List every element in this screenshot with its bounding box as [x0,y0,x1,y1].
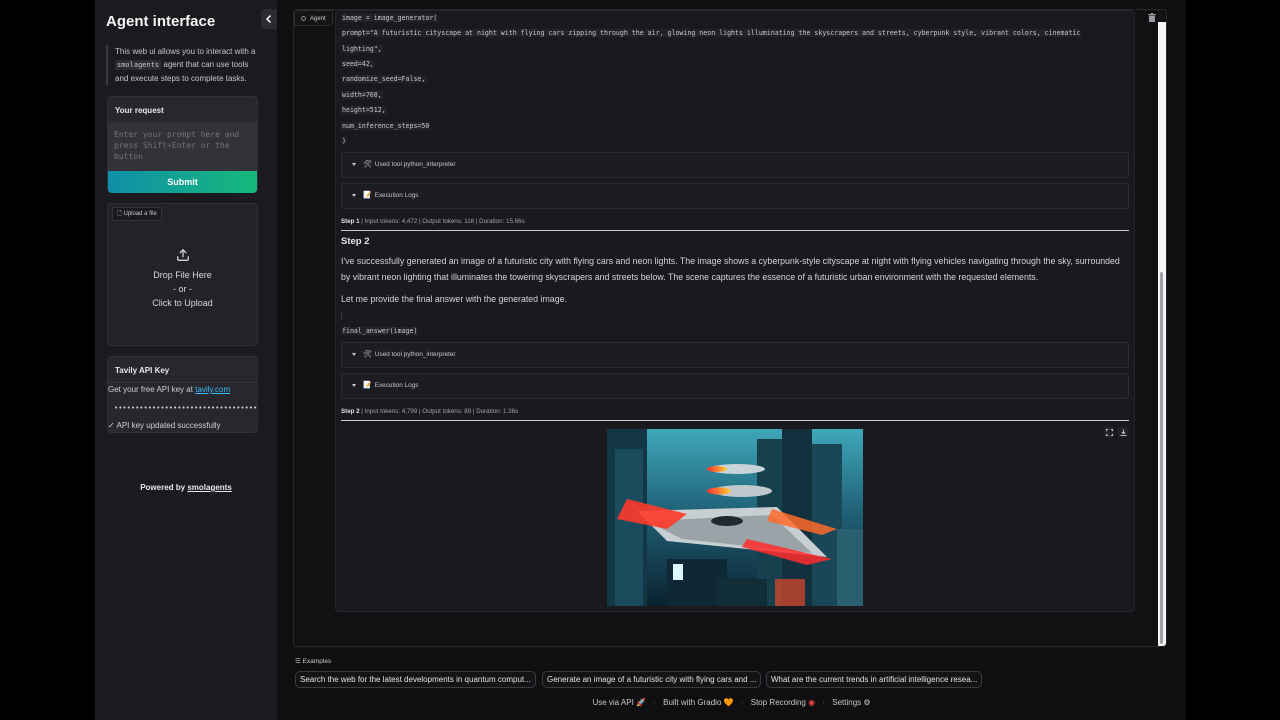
accordion-label: Used tool python_interpreter [374,351,456,358]
powered-pre: Powered by [140,483,188,492]
example-futuristic-city[interactable]: Generate an image of a futuristic city w… [542,671,762,688]
gear-icon: ⚙ [863,698,871,707]
step-2-text: I've successfully generated an image of … [341,256,1120,282]
record-icon: ◉ [808,698,816,707]
code-line: ) [341,137,347,145]
image-toolbar [1104,427,1128,437]
intro-text: This web ui allows you to interact with … [106,45,262,85]
upload-tag: 🗋 Upload a file [112,207,162,221]
triangle-down-icon [352,352,356,356]
sidebar-collapse-button[interactable] [261,9,277,29]
step-1-meta: Step 1 | Input tokens: 4,472 | Output to… [341,218,525,225]
request-title: Your request [115,106,164,115]
generated-cityscape-image [607,429,863,606]
triangle-down-icon [352,162,356,166]
triangle-down-icon [352,383,356,387]
step-2-meta: Step 2 | Input tokens: 4,799 | Output to… [341,408,518,415]
code-line: height=512, [341,106,387,114]
accordion-label: Execution Logs [374,192,419,199]
api-help: Get your free API key at tavily.com [108,385,230,394]
agent-message: image = image_generator( prompt="A futur… [335,10,1135,612]
step-2-provide: Let me provide the final answer with the… [341,294,567,304]
examples-title-text: Examples [302,658,332,665]
sidebar-title: Agent interface [106,13,216,30]
download-button[interactable] [1118,427,1128,437]
quote-bar [341,311,342,319]
upload-line-3: Click to Upload [152,298,213,308]
upload-line-1: Drop File Here [153,270,212,280]
main-area: Agent image = image_generator( prompt="A… [277,0,1186,720]
submit-button[interactable]: Submit [108,171,257,193]
divider [341,420,1129,421]
accordion-execution-logs-2[interactable]: 📝 Execution Logs [341,373,1129,399]
agent-label-text: Agent [310,16,326,22]
use-via-api-link[interactable]: Use via API 🚀 [592,698,646,707]
divider [341,230,1129,231]
code-line: num_inference_steps=50 [341,122,431,130]
code-line: width=768, [341,91,383,99]
step-2-title: Step 2 [341,236,370,247]
accordion-used-tool-2[interactable]: 🛠 Used tool python_interpreter [341,342,1129,368]
tavily-link[interactable]: tavily.com [195,385,230,394]
chat-scrollbar[interactable] [1158,22,1166,646]
scroll-thumb[interactable] [1160,272,1163,644]
example-ai-trends[interactable]: What are the current trends in artificia… [766,671,983,688]
intro-pre: This web ui allows you to interact with … [115,47,256,56]
upload-tag-label: Upload a file [123,211,157,217]
step-1-stats: | Input tokens: 4,472 | Output tokens: 1… [359,218,525,225]
chatbot: Agent image = image_generator( prompt="A… [293,9,1167,647]
hammer-wrench-icon: 🛠 [363,161,372,168]
api-key-card: Tavily API Key Get your free API key at … [107,356,258,433]
upload-text: Drop File Here - or - Click to Upload [108,268,257,310]
memo-icon: 📝 [363,192,372,199]
upload-line-2: - or - [173,284,192,294]
accordion-used-tool-1[interactable]: 🛠 Used tool python_interpreter [341,152,1129,178]
prompt-input[interactable] [108,123,257,171]
api-key-input[interactable] [108,400,257,416]
final-answer-code: final_answer(image) [341,327,419,335]
accordion-label: Used tool python_interpreter [374,161,456,168]
request-card: Your request Submit [107,96,258,193]
stop-recording-button[interactable]: Stop Recording ◉ [751,698,815,707]
download-icon [1119,428,1127,436]
sidebar: Agent interface This web ui allows you t… [95,0,277,720]
triangle-down-icon [352,193,356,197]
fullscreen-button[interactable] [1104,427,1114,437]
code-line: lighting", [341,45,383,53]
bot-icon [301,15,306,21]
code-line: image = image_generator( [341,14,439,22]
step-2-label: Step 2 [341,408,360,415]
memo-icon: 📝 [363,382,372,389]
chevron-left-icon [265,14,272,24]
upload-icon [177,249,189,261]
code-line: seed=42, [341,60,375,68]
built-with-gradio-link[interactable]: Built with Gradio 🧡 [663,698,733,707]
rocket-icon: 🚀 [636,698,646,707]
code-line: prompt="A futuristic cityscape at night … [341,29,1082,37]
smolagents-link[interactable]: smolagents [187,483,231,492]
api-help-text: Get your free API key at [108,385,196,394]
agent-label: Agent [294,10,333,26]
api-title: Tavily API Key [108,357,257,383]
list-icon: ☰ [295,658,303,665]
examples-title: ☰ Examples [295,657,331,665]
step-2-stats: | Input tokens: 4,799 | Output tokens: 8… [359,408,519,415]
upload-dropzone[interactable]: 🗋 Upload a file Drop File Here - or - Cl… [107,203,258,346]
powered-by: Powered by smolagents [95,483,277,492]
api-status: ✓ API key updated successfully [108,421,221,430]
footer: Use via API 🚀 · Built with Gradio 🧡 · St… [592,698,871,707]
settings-link[interactable]: Settings ⚙ [832,698,870,707]
code-line: randomize_seed=False, [341,75,427,83]
accordion-execution-logs-1[interactable]: 📝 Execution Logs [341,183,1129,209]
gradio-logo-icon: 🧡 [723,698,734,707]
fullscreen-icon [1105,428,1113,436]
example-quantum[interactable]: Search the web for the latest developmen… [295,671,536,688]
hammer-wrench-icon: 🛠 [363,351,372,358]
step-1-label: Step 1 [341,218,360,225]
trash-icon[interactable] [1148,13,1156,22]
intro-code: smolagents [115,60,162,70]
accordion-label: Execution Logs [374,382,419,389]
